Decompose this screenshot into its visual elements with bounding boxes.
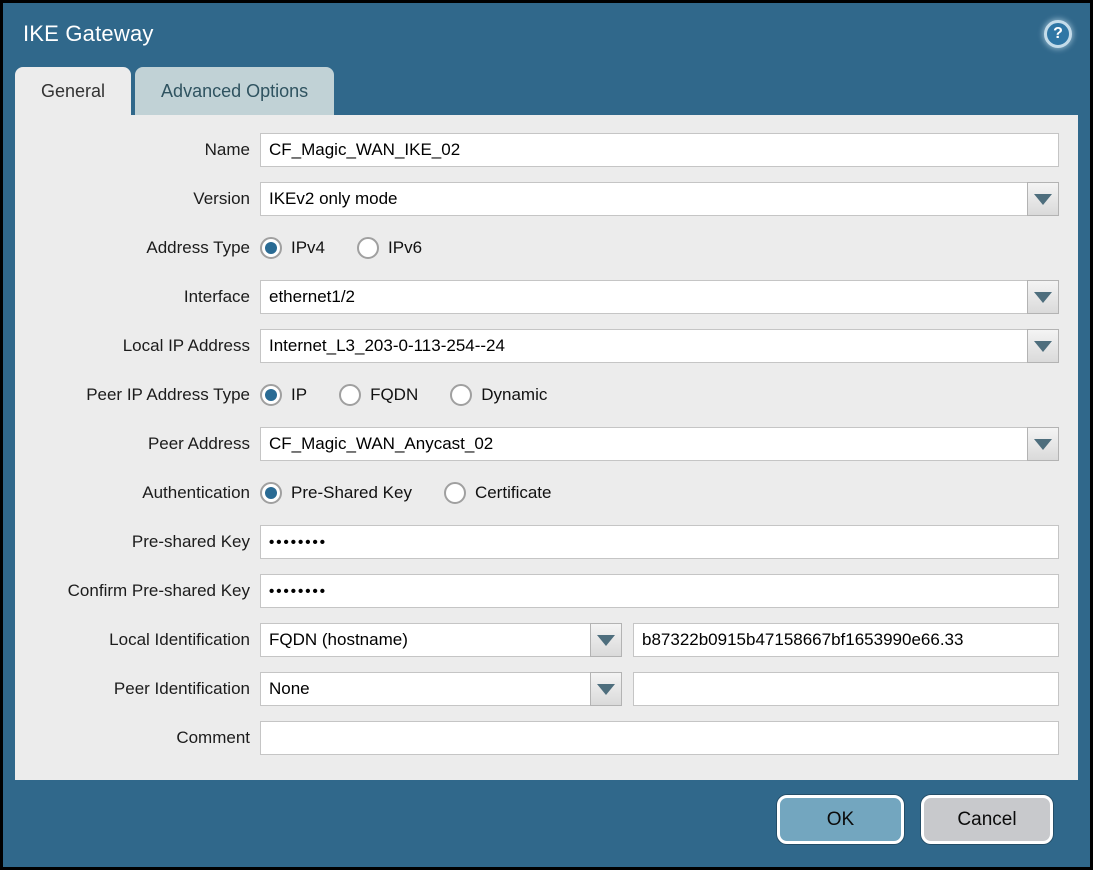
form-row-local-ip-address: Local IP Address [15, 329, 1059, 363]
form-row-peer-identification: Peer Identification [15, 672, 1059, 706]
pre-shared-key-radio-label: Pre-Shared Key [291, 483, 412, 503]
peer-fqdn-radio-label: FQDN [370, 385, 418, 405]
comment-label: Comment [15, 728, 260, 748]
form-row-pre-shared-key: Pre-shared Key [15, 525, 1059, 559]
chevron-down-icon [597, 684, 615, 695]
general-tab-panel: Name Version Address Type IPv4 [15, 115, 1078, 780]
pre-shared-key-radio[interactable] [260, 482, 282, 504]
peer-address-label: Peer Address [15, 434, 260, 454]
name-label: Name [15, 140, 260, 160]
peer-ip-address-type-label: Peer IP Address Type [15, 385, 260, 405]
ok-button[interactable]: OK [777, 795, 904, 844]
tab-general[interactable]: General [15, 67, 131, 115]
peer-fqdn-radio[interactable] [339, 384, 361, 406]
certificate-radio-label: Certificate [475, 483, 552, 503]
ipv4-radio[interactable] [260, 237, 282, 259]
peer-identification-label: Peer Identification [15, 679, 260, 699]
form-row-confirm-pre-shared-key: Confirm Pre-shared Key [15, 574, 1059, 608]
form-row-version: Version [15, 182, 1059, 216]
form-row-address-type: Address Type IPv4 IPv6 [15, 231, 1059, 265]
chevron-down-icon [1034, 341, 1052, 352]
form-row-interface: Interface [15, 280, 1059, 314]
ipv4-radio-label: IPv4 [291, 238, 325, 258]
local-ip-address-input[interactable] [260, 329, 1027, 363]
peer-identification-type-input[interactable] [260, 672, 590, 706]
name-input[interactable] [260, 133, 1059, 167]
certificate-radio[interactable] [444, 482, 466, 504]
peer-dynamic-radio[interactable] [450, 384, 472, 406]
pre-shared-key-input[interactable] [260, 525, 1059, 559]
form-row-comment: Comment [15, 721, 1059, 755]
form-row-peer-ip-address-type: Peer IP Address Type IP FQDN Dynamic [15, 378, 1059, 412]
dialog-title: IKE Gateway [23, 21, 154, 47]
title-bar: IKE Gateway ? [3, 3, 1090, 65]
version-input[interactable] [260, 182, 1027, 216]
ipv6-radio[interactable] [357, 237, 379, 259]
interface-label: Interface [15, 287, 260, 307]
form-row-name: Name [15, 133, 1059, 167]
ike-gateway-dialog: IKE Gateway ? General Advanced Options N… [0, 0, 1093, 870]
peer-address-dropdown-button[interactable] [1027, 427, 1059, 461]
peer-dynamic-radio-label: Dynamic [481, 385, 547, 405]
authentication-label: Authentication [15, 483, 260, 503]
peer-address-input[interactable] [260, 427, 1027, 461]
pre-shared-key-label: Pre-shared Key [15, 532, 260, 552]
comment-input[interactable] [260, 721, 1059, 755]
ipv6-radio-label: IPv6 [388, 238, 422, 258]
chevron-down-icon [1034, 439, 1052, 450]
version-dropdown-button[interactable] [1027, 182, 1059, 216]
version-label: Version [15, 189, 260, 209]
footer-bar: OK Cancel [3, 780, 1090, 867]
local-identification-value-input[interactable] [633, 623, 1059, 657]
interface-input[interactable] [260, 280, 1027, 314]
confirm-pre-shared-key-input[interactable] [260, 574, 1059, 608]
local-ip-address-dropdown-button[interactable] [1027, 329, 1059, 363]
cancel-button[interactable]: Cancel [921, 795, 1053, 844]
tab-advanced-options[interactable]: Advanced Options [135, 67, 334, 115]
peer-ip-radio[interactable] [260, 384, 282, 406]
chevron-down-icon [1034, 292, 1052, 303]
chevron-down-icon [1034, 194, 1052, 205]
form-row-peer-address: Peer Address [15, 427, 1059, 461]
peer-identification-value-input[interactable] [633, 672, 1059, 706]
local-identification-label: Local Identification [15, 630, 260, 650]
peer-identification-dropdown-button[interactable] [590, 672, 622, 706]
local-identification-type-input[interactable] [260, 623, 590, 657]
chevron-down-icon [597, 635, 615, 646]
peer-ip-radio-label: IP [291, 385, 307, 405]
interface-dropdown-button[interactable] [1027, 280, 1059, 314]
address-type-label: Address Type [15, 238, 260, 258]
form-row-local-identification: Local Identification [15, 623, 1059, 657]
tab-strip: General Advanced Options [3, 65, 1090, 115]
local-ip-address-label: Local IP Address [15, 336, 260, 356]
local-identification-dropdown-button[interactable] [590, 623, 622, 657]
form-row-authentication: Authentication Pre-Shared Key Certificat… [15, 476, 1059, 510]
help-icon[interactable]: ? [1044, 20, 1072, 48]
confirm-pre-shared-key-label: Confirm Pre-shared Key [15, 581, 260, 601]
